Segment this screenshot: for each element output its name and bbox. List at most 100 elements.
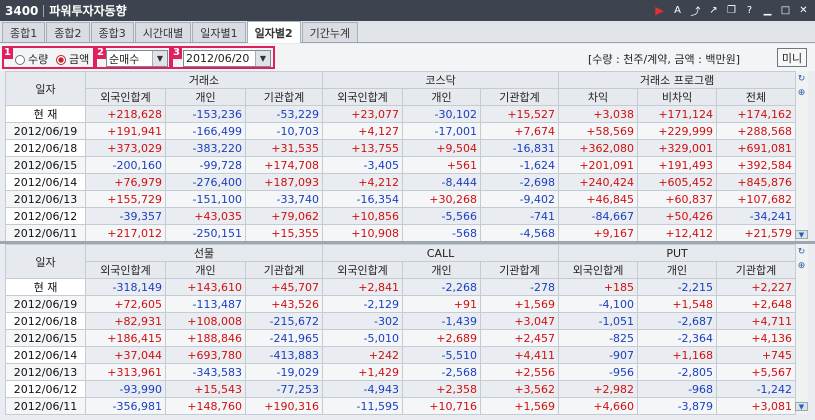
table-row[interactable]: 2012/06/19 +191,941 -166,499 -10,703 +4,127-…	[5, 122, 797, 140]
value-cell: -1,439	[402, 312, 482, 330]
tab-by-date2[interactable]: 일자별2	[246, 21, 301, 43]
tab-by-date1[interactable]: 일자별1	[192, 22, 246, 42]
window-icon[interactable]: ❐	[724, 3, 739, 18]
add-icon[interactable]: ⊕	[796, 260, 807, 271]
group-header-call: CALL	[322, 244, 560, 262]
font-icon[interactable]: A	[670, 3, 685, 18]
value-cell: +21,579	[716, 224, 797, 242]
radio-qty-dot[interactable]	[15, 55, 25, 65]
date-cell: 2012/06/19	[5, 295, 86, 313]
value-cell: +187,093	[244, 173, 324, 191]
scroll-down-icon[interactable]: ▼	[795, 230, 808, 239]
group-header-kosdaq: 코스닥	[322, 71, 560, 89]
table-row[interactable]: 2012/06/15 -200,160 -99,728 +174,708 -3,405 +…	[5, 156, 797, 174]
value-cell: +148,760	[165, 397, 246, 415]
date-cell: 2012/06/12	[5, 207, 86, 225]
mini-button[interactable]: 미니	[777, 48, 807, 67]
table-row[interactable]: 2012/06/11 +217,012 -250,151 +15,355 +10,908…	[5, 224, 797, 242]
table-row[interactable]: 2012/06/19 +72,605 -113,487 +43,526 -2,129 +9…	[5, 295, 797, 313]
close-icon[interactable]: ✕	[796, 3, 811, 18]
value-cell: +1,569	[480, 295, 560, 313]
value-cell: -4,568	[480, 224, 560, 242]
value-cell: +745	[716, 346, 797, 364]
maximize-icon[interactable]: □	[778, 3, 793, 18]
value-cell: +288,568	[716, 122, 797, 140]
col-header: 차익	[558, 88, 639, 106]
value-cell: -343,583	[165, 363, 246, 381]
table-row[interactable]: 2012/06/12 -93,990 +15,543 -77,253 -4,943 +2,…	[5, 380, 797, 398]
value-cell: -9,402	[480, 190, 560, 208]
type-select[interactable]: 순매수 ▼	[106, 50, 168, 67]
export-icon[interactable]: ⤴	[688, 3, 703, 18]
tab-summary1[interactable]: 종합1	[2, 22, 46, 42]
table-row[interactable]: 2012/06/18 +373,029 -383,220 +31,535 +13,755…	[5, 139, 797, 157]
play-icon[interactable]: ▶	[652, 3, 667, 18]
radio-amount[interactable]: 금액	[56, 51, 89, 67]
value-cell: +242	[322, 346, 404, 364]
value-cell: +4,212	[322, 173, 404, 191]
col-header: 개인	[402, 88, 482, 106]
value-cell: +1,548	[637, 295, 718, 313]
minimize-icon[interactable]: ▁	[760, 3, 775, 18]
date-cell: 현 재	[5, 105, 86, 123]
value-cell: -568	[402, 224, 482, 242]
value-cell: +2,457	[480, 329, 560, 347]
date-input[interactable]: 2012/06/20 ▼	[183, 50, 271, 67]
value-cell: +91	[402, 295, 482, 313]
value-cell: -2,129	[322, 295, 404, 313]
window-controls: ▶ A ⤴ ↗ ❐ ? ▁ □ ✕	[652, 3, 811, 18]
date-cell: 2012/06/13	[5, 363, 86, 381]
window-code: 3400	[5, 3, 39, 18]
link-icon[interactable]: ↗	[706, 3, 721, 18]
value-cell: -2,364	[637, 329, 718, 347]
tab-by-time[interactable]: 시간대별	[134, 22, 192, 42]
value-cell: -302	[322, 312, 404, 330]
tab-summary3[interactable]: 종합3	[90, 22, 134, 42]
value-cell: +845,876	[716, 173, 797, 191]
date-cell: 2012/06/15	[5, 156, 86, 174]
value-cell: +1,168	[637, 346, 718, 364]
value-cell: -166,499	[165, 122, 246, 140]
col-header: 개인	[637, 261, 718, 279]
value-cell: -383,220	[165, 139, 246, 157]
table-row[interactable]: 2012/06/11 -356,981 +148,760 +190,316 -11,59…	[5, 397, 797, 415]
value-cell: -16,354	[322, 190, 404, 208]
scroll-down-icon[interactable]: ▼	[795, 402, 808, 411]
marker-3: 3	[171, 46, 182, 59]
calendar-dropdown-icon[interactable]: ▼	[255, 51, 270, 66]
value-cell: -16,831	[480, 139, 560, 157]
table-row[interactable]: 2012/06/14 +76,979 -276,400 +187,093 +4,212-…	[5, 173, 797, 191]
date-cell: 2012/06/19	[5, 122, 86, 140]
chevron-down-icon[interactable]: ▼	[152, 51, 167, 66]
radio-amount-dot[interactable]	[56, 55, 66, 65]
value-cell: +15,543	[165, 380, 246, 398]
help-icon[interactable]: ?	[742, 3, 757, 18]
table-row[interactable]: 2012/06/14 +37,044 +693,780 -413,883 +242 -5,…	[5, 346, 797, 364]
radio-qty[interactable]: 수량	[15, 51, 48, 67]
table-row[interactable]: 현 재 +218,628 -153,236 -53,229 +23,077 -30,102…	[5, 105, 797, 123]
title-separator	[43, 4, 45, 17]
table-row[interactable]: 2012/06/15 +186,415 +188,846 -241,965 -5,010…	[5, 329, 797, 347]
refresh-icon[interactable]: ↻	[796, 73, 807, 84]
value-cell: +693,780	[165, 346, 246, 364]
table-row[interactable]: 2012/06/13 +155,729 -151,100 -33,740 -16,354…	[5, 190, 797, 208]
table-row[interactable]: 현 재 -318,149 +143,610 +45,707 +2,841 -2,268 -2…	[5, 278, 797, 296]
value-cell: +185	[558, 278, 639, 296]
table-row[interactable]: 2012/06/18 +82,931 +108,008 -215,672 -302 -1,…	[5, 312, 797, 330]
value-cell: +229,999	[637, 122, 718, 140]
refresh-icon[interactable]: ↻	[796, 246, 807, 257]
value-cell: -8,444	[402, 173, 482, 191]
value-cell: +4,136	[716, 329, 797, 347]
value-cell: -3,405	[322, 156, 404, 174]
date-cell: 2012/06/11	[5, 397, 86, 415]
value-cell: +174,708	[244, 156, 324, 174]
table-row[interactable]: 2012/06/12 -39,357 +43,035 +79,062 +10,856 -5…	[5, 207, 797, 225]
add-icon[interactable]: ⊕	[796, 87, 807, 98]
col-header: 개인	[165, 261, 246, 279]
value-cell: +58,569	[558, 122, 639, 140]
table-row[interactable]: 2012/06/13 +313,961 -343,583 -19,029 +1,429-…	[5, 363, 797, 381]
tab-period-cumulative[interactable]: 기간누계	[301, 22, 359, 42]
tab-summary2[interactable]: 종합2	[46, 22, 90, 42]
value-cell: +1,429	[322, 363, 404, 381]
value-cell: +191,493	[637, 156, 718, 174]
